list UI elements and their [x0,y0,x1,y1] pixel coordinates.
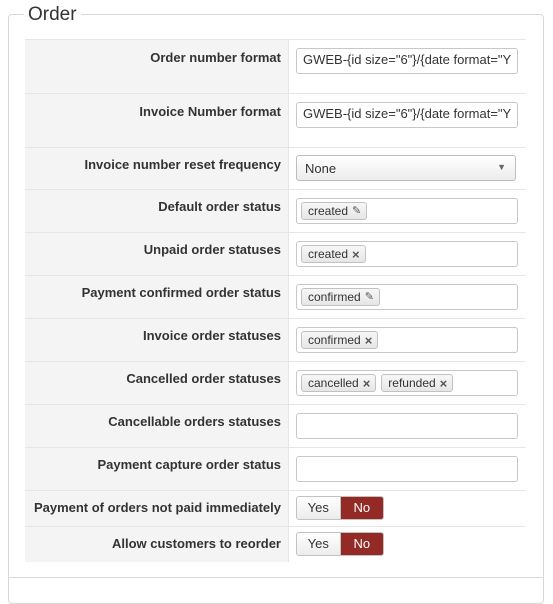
invoice-number-format-label: Invoice Number format [139,104,281,119]
close-icon[interactable]: × [363,375,371,392]
close-icon[interactable]: × [365,332,373,349]
row-cancelled-statuses: Cancelled order statuses cancelled × ref… [25,361,526,404]
row-invoice-number-format: Invoice Number format GWEB-{id size="6"}… [25,93,526,147]
cancellable-statuses-label: Cancellable orders statuses [108,414,281,429]
row-order-number-format: Order number format GWEB-{id size="6"}/{… [25,39,526,93]
allow-reorder-toggle[interactable]: Yes No [296,532,384,556]
invoice-statuses-label: Invoice order statuses [143,328,281,343]
invoice-reset-label: Invoice number reset frequency [84,157,281,172]
no-button[interactable]: No [340,497,383,519]
row-not-paid-immediately: Payment of orders not paid immediately Y… [25,490,526,526]
payment-confirmed-field[interactable]: confirmed ✎ [296,284,518,310]
close-icon[interactable]: × [352,246,360,263]
pencil-icon[interactable]: ✎ [365,289,374,306]
row-invoice-statuses: Invoice order statuses confirmed × [25,318,526,361]
close-icon[interactable]: × [440,375,448,392]
invoice-reset-select[interactable]: None ▼ [296,155,516,181]
divider [8,577,544,578]
unpaid-statuses-field[interactable]: created × [296,241,518,267]
payment-confirmed-label: Payment confirmed order status [81,285,281,300]
allow-reorder-label: Allow customers to reorder [111,536,281,551]
status-tag[interactable]: confirmed × [301,331,379,349]
payment-capture-label: Payment capture order status [97,457,281,472]
yes-button[interactable]: Yes [297,533,341,555]
pencil-icon[interactable]: ✎ [352,203,361,220]
default-order-status-label: Default order status [158,199,281,214]
status-tag[interactable]: created × [301,245,366,263]
payment-capture-input[interactable] [296,456,518,482]
caret-down-icon: ▼ [497,162,506,172]
order-number-format-label: Order number format [150,50,281,65]
invoice-reset-value: None [305,161,337,176]
not-paid-immediately-toggle[interactable]: Yes No [296,496,384,520]
order-number-format-input[interactable]: GWEB-{id size="6"}/{date format="Y [296,48,518,74]
cancelled-statuses-label: Cancelled order statuses [126,371,281,386]
status-tag[interactable]: confirmed ✎ [301,288,380,306]
row-cancellable-statuses: Cancellable orders statuses [25,404,526,447]
row-default-order-status: Default order status created ✎ [25,189,526,232]
status-tag[interactable]: cancelled × [301,374,377,392]
unpaid-statuses-label: Unpaid order statuses [143,242,281,257]
invoice-statuses-field[interactable]: confirmed × [296,327,518,353]
row-payment-capture: Payment capture order status [25,447,526,490]
yes-button[interactable]: Yes [297,497,341,519]
status-tag[interactable]: created ✎ [301,202,368,220]
cancellable-statuses-input[interactable] [296,413,518,439]
row-payment-confirmed: Payment confirmed order status confirmed… [25,275,526,318]
row-allow-reorder: Allow customers to reorder Yes No [25,526,526,562]
not-paid-immediately-label: Payment of orders not paid immediately [33,500,281,515]
invoice-number-format-input[interactable]: GWEB-{id size="6"}/{date format="Y [296,102,518,128]
row-invoice-reset: Invoice number reset frequency None ▼ [25,147,526,189]
row-unpaid-statuses: Unpaid order statuses created × [25,232,526,275]
section-title: Order [24,3,81,27]
cancelled-statuses-field[interactable]: cancelled × refunded × [296,370,518,396]
status-tag[interactable]: refunded × [381,374,454,392]
default-order-status-field[interactable]: created ✎ [296,198,518,224]
no-button[interactable]: No [340,533,383,555]
